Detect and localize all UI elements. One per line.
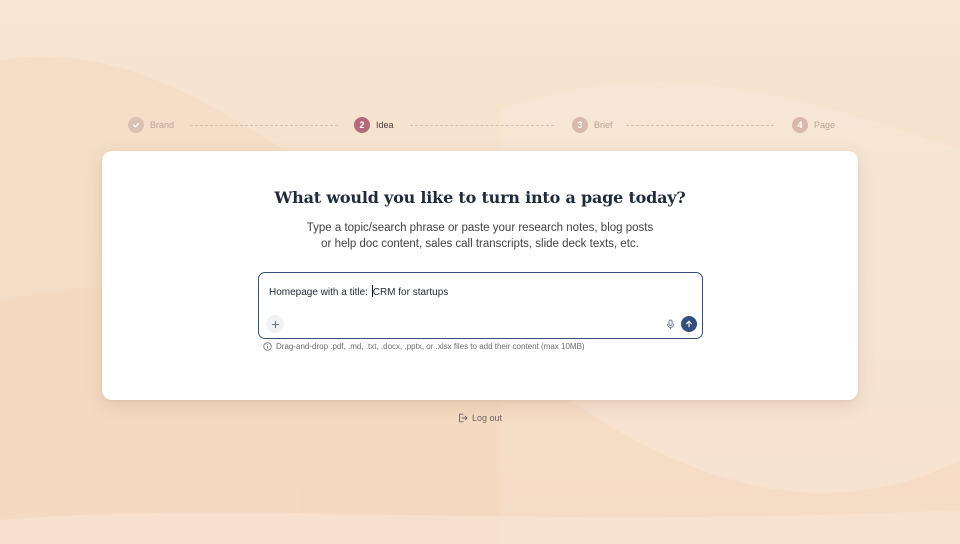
step-label: Brief <box>594 120 613 130</box>
subtitle-line-1: Type a topic/search phrase or paste your… <box>306 222 654 234</box>
logout-icon <box>459 413 468 423</box>
step-connector <box>626 125 774 126</box>
step-connector <box>410 125 554 126</box>
step-number: 4 <box>792 117 808 133</box>
step-brief[interactable]: 3 Brief <box>572 116 613 134</box>
idea-input-text[interactable]: Homepage with a title: CRM for startups <box>269 285 448 298</box>
input-text-before-caret: Homepage with a title: <box>269 287 371 298</box>
step-idea[interactable]: 2 Idea <box>354 116 394 134</box>
check-icon <box>128 117 144 133</box>
step-label: Idea <box>376 120 394 130</box>
voice-input-button[interactable] <box>663 317 677 331</box>
arrow-up-icon <box>686 320 692 328</box>
input-text-after-caret: CRM for startups <box>372 287 449 298</box>
add-attachment-button[interactable] <box>266 315 284 333</box>
idea-card: What would you like to turn into a page … <box>102 151 858 400</box>
submit-button[interactable] <box>681 316 697 332</box>
microphone-icon <box>666 319 674 329</box>
step-connector <box>190 125 338 126</box>
idea-input[interactable]: Homepage with a title: CRM for startups <box>258 272 703 339</box>
page-title: What would you like to turn into a page … <box>274 188 686 207</box>
page-subtitle: Type a topic/search phrase or paste your… <box>282 220 678 252</box>
upload-hint-text: Drag-and-drop .pdf, .md, .txt, .docx, .p… <box>276 342 585 351</box>
subtitle-line-2: or help doc content, sales call transcri… <box>321 238 639 250</box>
logout-label: Log out <box>472 413 503 423</box>
upload-hint: Drag-and-drop .pdf, .md, .txt, .docx, .p… <box>263 342 585 351</box>
progress-stepper: Brand 2 Idea 3 Brief 4 Page <box>128 116 835 134</box>
step-number: 3 <box>572 117 588 133</box>
logout-button[interactable]: Log out <box>458 413 502 423</box>
plus-icon <box>271 320 279 328</box>
step-brand[interactable]: Brand <box>128 116 174 134</box>
step-label: Brand <box>150 120 175 130</box>
info-icon <box>263 342 272 351</box>
step-number: 2 <box>354 117 370 133</box>
step-page[interactable]: 4 Page <box>792 116 835 134</box>
step-label: Page <box>814 120 836 130</box>
